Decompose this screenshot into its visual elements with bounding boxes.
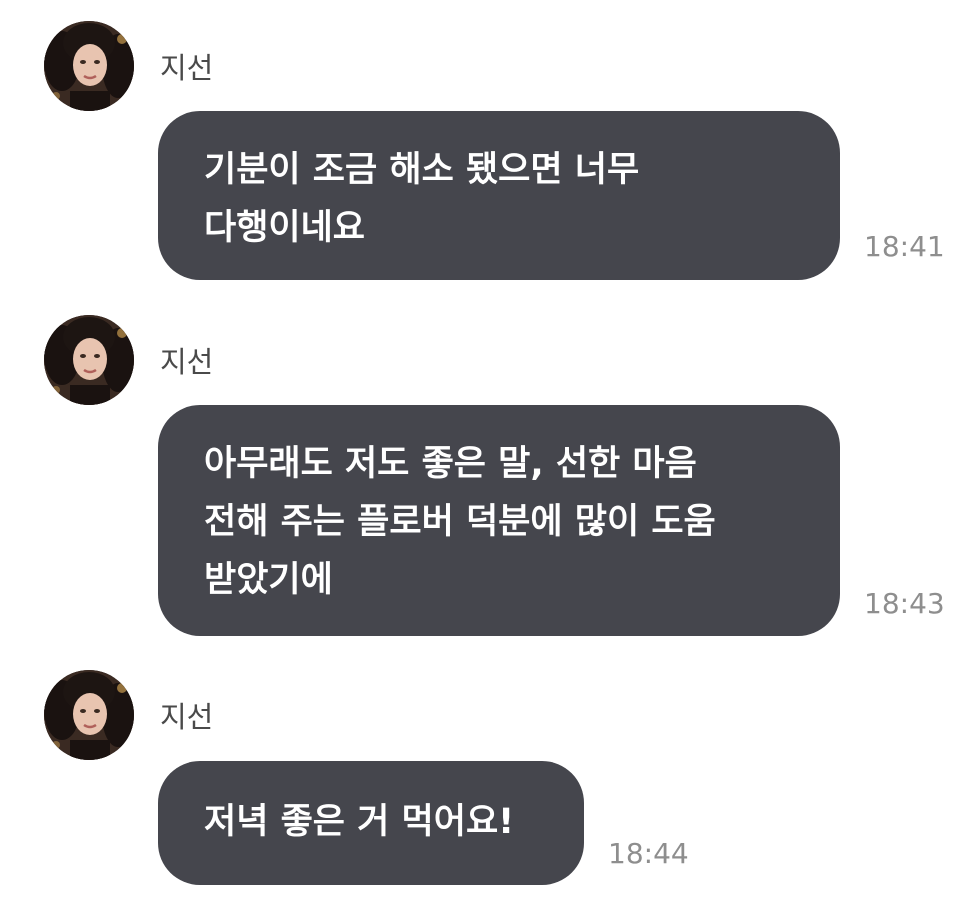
profile-photo-icon	[44, 670, 134, 760]
avatar[interactable]	[44, 315, 134, 405]
message-time: 18:43	[864, 587, 945, 620]
message-bubble[interactable]: 아무래도 저도 좋은 말, 선한 마음 전해 주는 플로버 덕분에 많이 도움 …	[158, 405, 840, 636]
sender-name: 지선	[160, 345, 214, 379]
sender-name: 지선	[160, 700, 214, 734]
message-time: 18:44	[608, 837, 689, 870]
avatar[interactable]	[44, 670, 134, 760]
avatar[interactable]	[44, 21, 134, 111]
profile-photo-icon	[44, 315, 134, 405]
message-time: 18:41	[864, 230, 945, 263]
message-bubble[interactable]: 저녁 좋은 거 먹어요!	[158, 761, 584, 885]
profile-photo-icon	[44, 21, 134, 111]
message-bubble[interactable]: 기분이 조금 해소 됐으면 너무 다행이네요	[158, 111, 840, 280]
sender-name: 지선	[160, 51, 214, 85]
